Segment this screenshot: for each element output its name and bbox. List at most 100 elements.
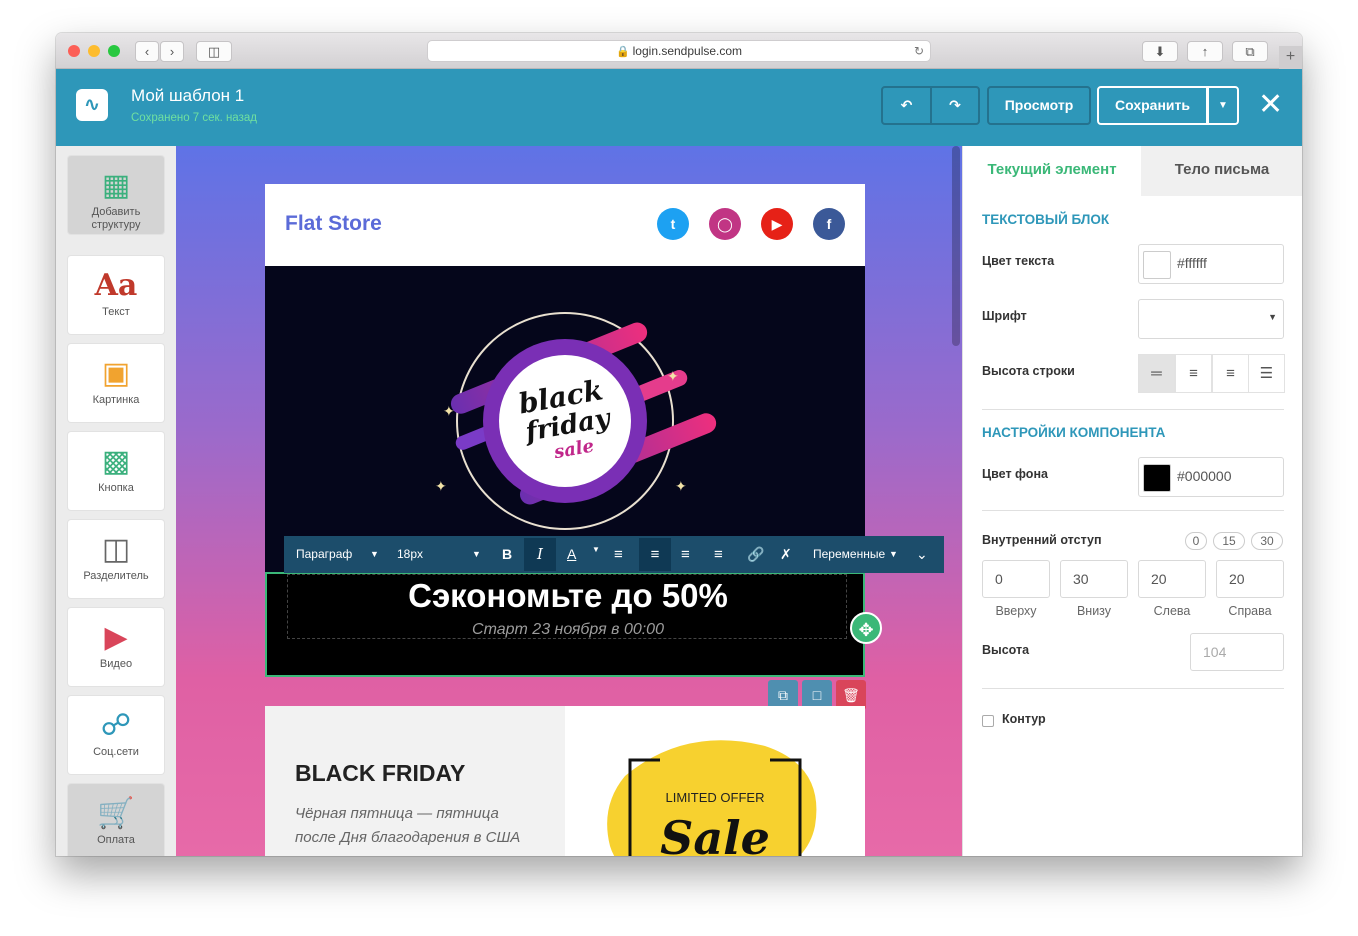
unlink-icon[interactable]: ✗ [780,536,792,573]
pulse-logo-icon[interactable]: ∿ [76,89,108,121]
download-icon[interactable]: ⬇ [1142,41,1178,62]
divider [982,510,1284,511]
redo-icon[interactable]: ↷ [930,86,980,125]
close-window-button[interactable] [68,45,80,57]
browser-window: ‹ › ◫ 🔒 login.sendpulse.com ↻ ⬇ ↑ ⧉ + ∿ Мо… [56,33,1302,856]
font-select[interactable]: ▼ [1138,299,1284,339]
subline-text[interactable]: Старт 23 ноября в 00:00 [288,621,848,639]
align-left-icon[interactable]: ≡ [614,536,623,573]
chevron-down-icon[interactable]: ▼ [889,536,898,573]
sidebar-item-social[interactable]: ☍ Соц.сети [68,696,164,774]
headline-text[interactable]: Сэкономьте до 50% [288,577,848,615]
promo-title[interactable]: BLACK FRIDAY [295,760,465,787]
new-tab-icon[interactable]: + [1279,46,1302,69]
text-editable-area[interactable]: Сэкономьте до 50% Старт 23 ноября в 00:0… [287,574,847,639]
sidebar-item-button[interactable]: ▩ Кнопка [68,432,164,510]
minimize-window-button[interactable] [88,45,100,57]
variables-select[interactable]: Переменные [813,536,885,573]
padding-right-input[interactable]: 20 [1216,560,1284,598]
sparkle-icon: ✦ [443,403,455,419]
grid-icon: ▦ [101,169,131,202]
youtube-icon[interactable]: ▶ [761,208,793,240]
forward-icon[interactable]: › [160,41,184,62]
save-button[interactable]: Сохранить [1097,86,1208,125]
tab-email-body[interactable]: Тело письма [1141,146,1302,196]
facebook-icon[interactable]: f [813,208,845,240]
sidebar-item-text[interactable]: Aa Текст [68,256,164,334]
sidebar-item-image[interactable]: ▣ Картинка [68,344,164,422]
promo-text-column: BLACK FRIDAY Чёрная пятница — пятница по… [265,706,565,856]
padding-left-input[interactable]: 20 [1138,560,1206,598]
paragraph-select[interactable]: Параграф [296,536,352,573]
italic-icon[interactable]: I [524,538,556,571]
tab-current-element[interactable]: Текущий элемент [963,146,1141,196]
address-bar[interactable]: 🔒 login.sendpulse.com ↻ [427,40,931,62]
padding-preset-0[interactable]: 0 [1185,532,1207,550]
close-icon[interactable]: ✕ [1258,87,1283,123]
maximize-window-button[interactable] [108,45,120,57]
reload-icon[interactable]: ↻ [914,41,924,62]
height-input[interactable]: 104 [1190,633,1284,671]
chevron-down-icon[interactable]: ▼ [592,531,600,568]
chevron-down-icon[interactable]: ▼ [370,536,379,573]
instagram-icon[interactable]: ◯ [709,208,741,240]
template-title[interactable]: Мой шаблон 1 [131,86,244,106]
divider [982,688,1284,689]
text-color-icon[interactable]: A [567,536,576,573]
chevron-down-icon[interactable]: ▼ [472,536,481,573]
sidebar-item-divider[interactable]: ◫ Разделитель [68,520,164,598]
text-color-swatch[interactable] [1143,251,1171,279]
bg-color-value: #000000 [1177,468,1232,484]
text-format-toolbar: Параграф ▼ 18px ▼ B I A ▼ ≡ ≡ ≡ ≡ 🔗 ✗ Пе… [284,536,944,573]
frame-gap [660,754,770,766]
collapse-toolbar-icon[interactable]: ⌄ [916,536,928,573]
email-header[interactable]: Flat Store t ◯ ▶ f [265,184,865,266]
text-block-section-title: ТЕКСТОВЫЙ БЛОК [982,212,1110,227]
sidebar-item-label: Видео [99,658,133,670]
twitter-icon[interactable]: t [657,208,689,240]
promo-paragraph[interactable]: Чёрная пятница — пятница после Дня благо… [295,802,535,850]
canvas-scrollbar[interactable] [952,146,960,346]
hero-image[interactable]: black friday sale ✦ ✦ ✦ ✦ [265,266,865,572]
bg-color-field[interactable]: #000000 [1138,457,1284,497]
sidebar-item-payment[interactable]: 🛒 Оплата [68,784,164,856]
line-height-option-3[interactable]: ≡ [1212,354,1249,393]
text-color-label: Цвет текста [982,254,1055,268]
sale-offer-image[interactable]: LIMITED OFFER Sale [565,706,865,856]
align-right-icon[interactable]: ≡ [681,536,690,573]
chevron-down-icon[interactable]: ▼ [1207,86,1239,125]
line-height-option-4[interactable]: ☰ [1248,354,1285,393]
padding-preset-30[interactable]: 30 [1251,532,1283,550]
bg-color-swatch[interactable] [1143,464,1171,492]
sidebar-item-label: Оплата [97,834,135,846]
sidebar-item-add-structure[interactable]: ▦ Добавить структуру [68,156,164,234]
text-color-field[interactable]: #ffffff [1138,244,1284,284]
align-justify-icon[interactable]: ≡ [714,536,723,573]
bold-icon[interactable]: B [502,536,512,573]
save-status: Сохранено 7 сек. назад [131,112,257,124]
align-center-icon[interactable]: ≡ [639,538,671,571]
back-icon[interactable]: ‹ [135,41,159,62]
line-height-option-2[interactable]: ≡ [1175,354,1212,393]
padding-top-label: Вверху [995,604,1037,618]
sidebar-toggle-icon[interactable]: ◫ [196,41,232,62]
image-icon: ▣ [101,357,131,390]
promo-section[interactable]: BLACK FRIDAY Чёрная пятница — пятница по… [265,706,865,856]
sidebar-item-video[interactable]: ▶ Видео [68,608,164,686]
padding-preset-15[interactable]: 15 [1213,532,1245,550]
selected-text-block[interactable]: Сэкономьте до 50% Старт 23 ноября в 00:0… [265,572,882,677]
line-height-option-1[interactable]: ═ [1138,354,1175,393]
preview-button[interactable]: Просмотр [987,86,1091,125]
share-icon[interactable]: ↑ [1187,41,1223,62]
component-section-title: НАСТРОЙКИ КОМПОНЕНТА [982,425,1166,440]
move-icon[interactable]: ✥ [850,612,882,644]
undo-icon[interactable]: ↶ [881,86,931,125]
padding-top-input[interactable]: 0 [982,560,1050,598]
padding-bottom-input[interactable]: 30 [1060,560,1128,598]
font-size-select[interactable]: 18px [397,536,423,573]
border-checkbox[interactable] [982,715,994,727]
tabs-icon[interactable]: ⧉ [1232,41,1268,62]
brand-name[interactable]: Flat Store [285,212,382,236]
url-text: login.sendpulse.com [632,44,743,58]
link-icon[interactable]: 🔗 [747,536,764,573]
